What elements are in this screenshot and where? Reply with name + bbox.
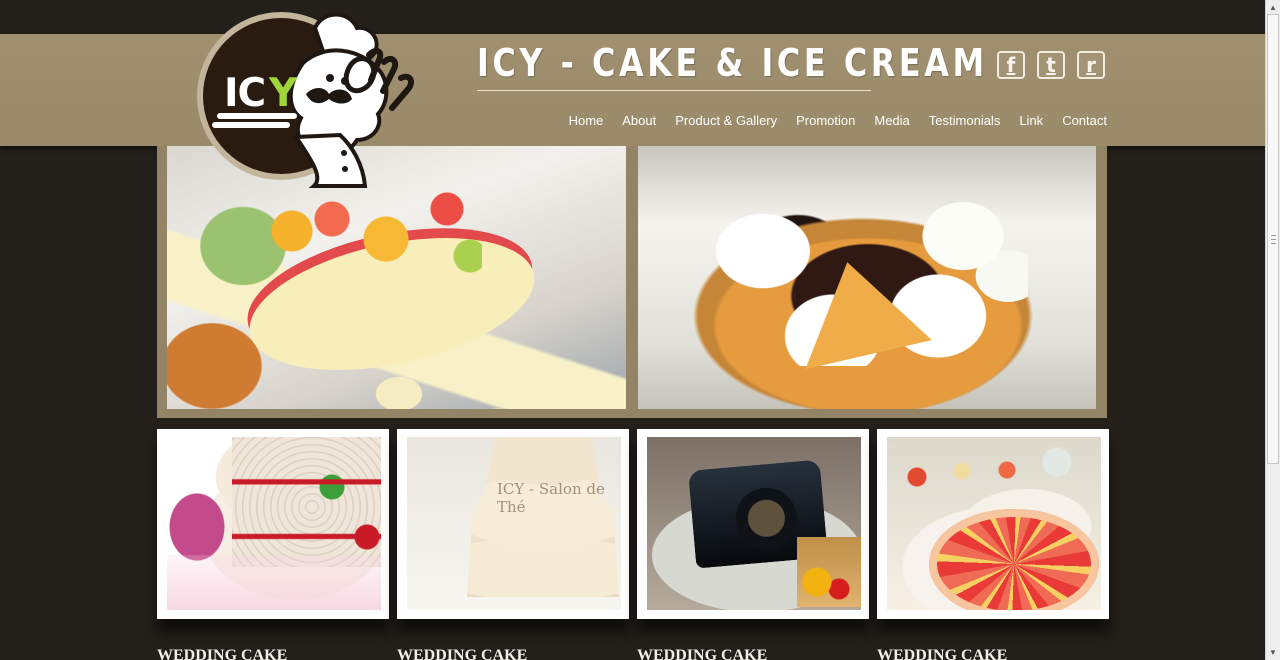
svg-text:IC: IC [224,71,265,116]
nav-product-gallery[interactable]: Product & Gallery [675,113,777,129]
wedding-cake-card[interactable] [877,429,1109,619]
nav-link[interactable]: Link [1019,113,1043,129]
camera-cake-photo [647,437,861,610]
scroll-down-arrow-icon[interactable]: ▼ [1266,645,1280,660]
nav-media[interactable]: Media [874,113,909,129]
wedding-cake-photo [167,437,381,610]
wedding-cake-card[interactable] [397,429,629,619]
twitter-icon[interactable]: t [1037,51,1065,79]
scrollbar-thumb[interactable] [1267,14,1279,464]
nav-home[interactable]: Home [569,113,604,129]
nav-promotion[interactable]: Promotion [796,113,855,129]
rss-icon[interactable]: r [1077,51,1105,79]
wedding-cake-card[interactable] [637,429,869,619]
nav-about[interactable]: About [622,113,656,129]
nav-testimonials[interactable]: Testimonials [929,113,1001,129]
scrollbar-grip-icon [1271,235,1276,244]
card-title: WEDDING CAKE [877,647,1008,660]
scroll-up-arrow-icon[interactable]: ▲ [1266,0,1280,15]
wedding-cake-photo [407,437,621,610]
icy-logo[interactable]: IC Y [195,8,450,188]
vertical-scrollbar[interactable]: ▲ ▼ [1265,0,1280,660]
card-title: WEDDING CAKE [397,647,528,660]
svg-text:Y: Y [268,71,298,116]
facebook-icon[interactable]: f [997,51,1025,79]
hero-image-chocolate-crepe[interactable] [638,146,1096,409]
main-navigation: Home About Product & Gallery Promotion M… [569,113,1107,129]
website-page: IC Y ICY - CAKE & ICE CREAM f t r Home A… [0,0,1265,660]
site-title: ICY - CAKE & ICE CREAM [477,40,984,91]
card-title: WEDDING CAKE [157,647,288,660]
chef-logo-icon: IC Y [197,12,414,188]
card-title: WEDDING CAKE [637,647,768,660]
fruit-tart-photo [887,437,1101,610]
wedding-cake-card[interactable] [157,429,389,619]
nav-contact[interactable]: Contact [1062,113,1107,129]
